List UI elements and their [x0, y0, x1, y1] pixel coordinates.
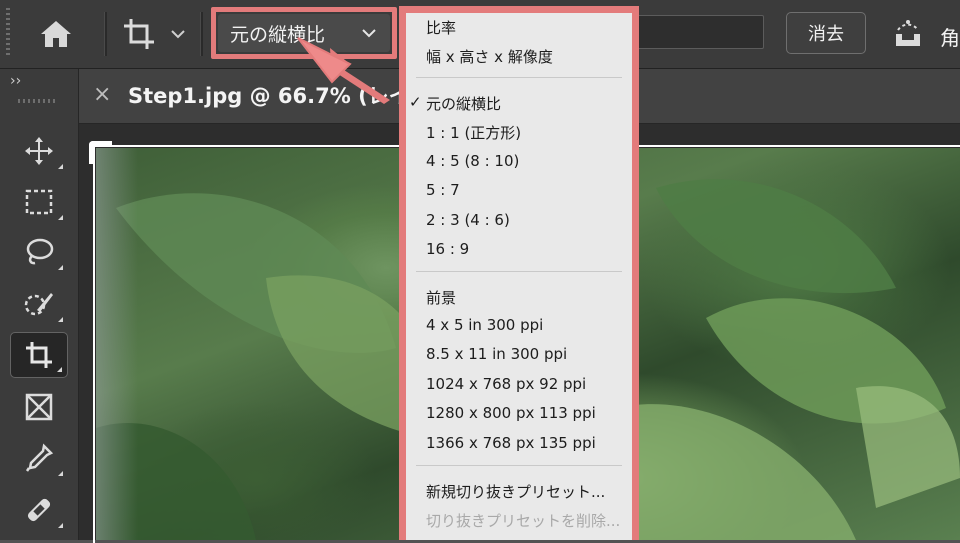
move-tool[interactable] [10, 128, 68, 174]
move-icon [25, 137, 53, 165]
menu-item-2-3[interactable]: 2 : 3 (4 : 6) [426, 211, 510, 229]
menu-item-4-5[interactable]: 4 : 5 (8 : 10) [426, 152, 519, 170]
healing-brush-tool[interactable] [10, 487, 68, 533]
crop-tool-preset-button[interactable] [116, 14, 162, 54]
menu-item-size-resolution[interactable]: 幅 x 高さ x 解像度 [426, 46, 553, 67]
options-bar-grip[interactable] [6, 8, 10, 58]
menu-divider [416, 465, 622, 466]
menu-item-new-crop-preset[interactable]: 新規切り抜きプリセット... [426, 481, 605, 502]
ratio-height-input[interactable] [636, 15, 764, 49]
menu-item-original-ratio[interactable]: 元の縦横比 [426, 93, 501, 114]
crop-tool[interactable] [10, 332, 68, 378]
tools-panel-grip[interactable] [18, 99, 58, 103]
menu-divider [416, 271, 622, 272]
panel-expand-icon[interactable]: ›› [10, 73, 21, 89]
menu-item-1024x768[interactable]: 1024 x 768 px 92 ppi [426, 375, 586, 393]
menu-item-1366x768[interactable]: 1366 x 768 px 135 ppi [426, 434, 596, 452]
frame-tool[interactable] [10, 384, 68, 430]
crop-icon [26, 342, 52, 368]
eyedropper-icon [25, 443, 54, 472]
lasso-tool[interactable] [10, 229, 68, 275]
divider [104, 12, 107, 56]
divider [200, 12, 203, 56]
straighten-icon[interactable] [890, 16, 926, 52]
menu-item-16-9[interactable]: 16 : 9 [426, 240, 469, 258]
menu-item-1-1[interactable]: 1 : 1 (正方形) [426, 122, 521, 143]
quick-selection-tool[interactable] [10, 281, 68, 327]
menu-item-front-image[interactable]: 前景 [426, 287, 456, 308]
menu-item-1280x800[interactable]: 1280 x 800 px 113 ppi [426, 404, 596, 422]
menu-item-delete-crop-preset: 切り抜きプリセットを削除... [426, 512, 621, 530]
menu-item-4x5-300ppi[interactable]: 4 x 5 in 300 ppi [426, 316, 543, 334]
menu-item-5-7[interactable]: 5 : 7 [426, 181, 460, 199]
crop-icon [124, 19, 154, 49]
eyedropper-tool[interactable] [10, 435, 68, 481]
close-icon[interactable]: × [93, 82, 111, 107]
bandage-icon [27, 498, 51, 522]
home-icon [41, 21, 71, 47]
clear-button[interactable]: 消去 [786, 12, 866, 54]
clear-button-label: 消去 [808, 24, 844, 45]
menu-item-ratio[interactable]: 比率 [426, 17, 456, 38]
pointer-arrow-icon [297, 37, 390, 104]
marquee-tool[interactable] [10, 179, 68, 225]
angle-label: 角 [940, 26, 960, 50]
marquee-icon [25, 189, 53, 215]
menu-item-8-5x11-300ppi[interactable]: 8.5 x 11 in 300 ppi [426, 345, 567, 363]
chevron-down-icon[interactable] [168, 24, 188, 44]
home-button[interactable] [28, 14, 84, 54]
frame-icon [25, 393, 53, 421]
quick-selection-icon [24, 293, 53, 316]
checkmark-icon: ✓ [409, 93, 422, 111]
ratio-menu: 比率 幅 x 高さ x 解像度 ✓ 元の縦横比 1 : 1 (正方形) 4 : … [406, 13, 632, 540]
lasso-icon [26, 238, 54, 265]
menu-divider [416, 77, 622, 78]
crop-handle-top-left[interactable] [89, 141, 112, 164]
